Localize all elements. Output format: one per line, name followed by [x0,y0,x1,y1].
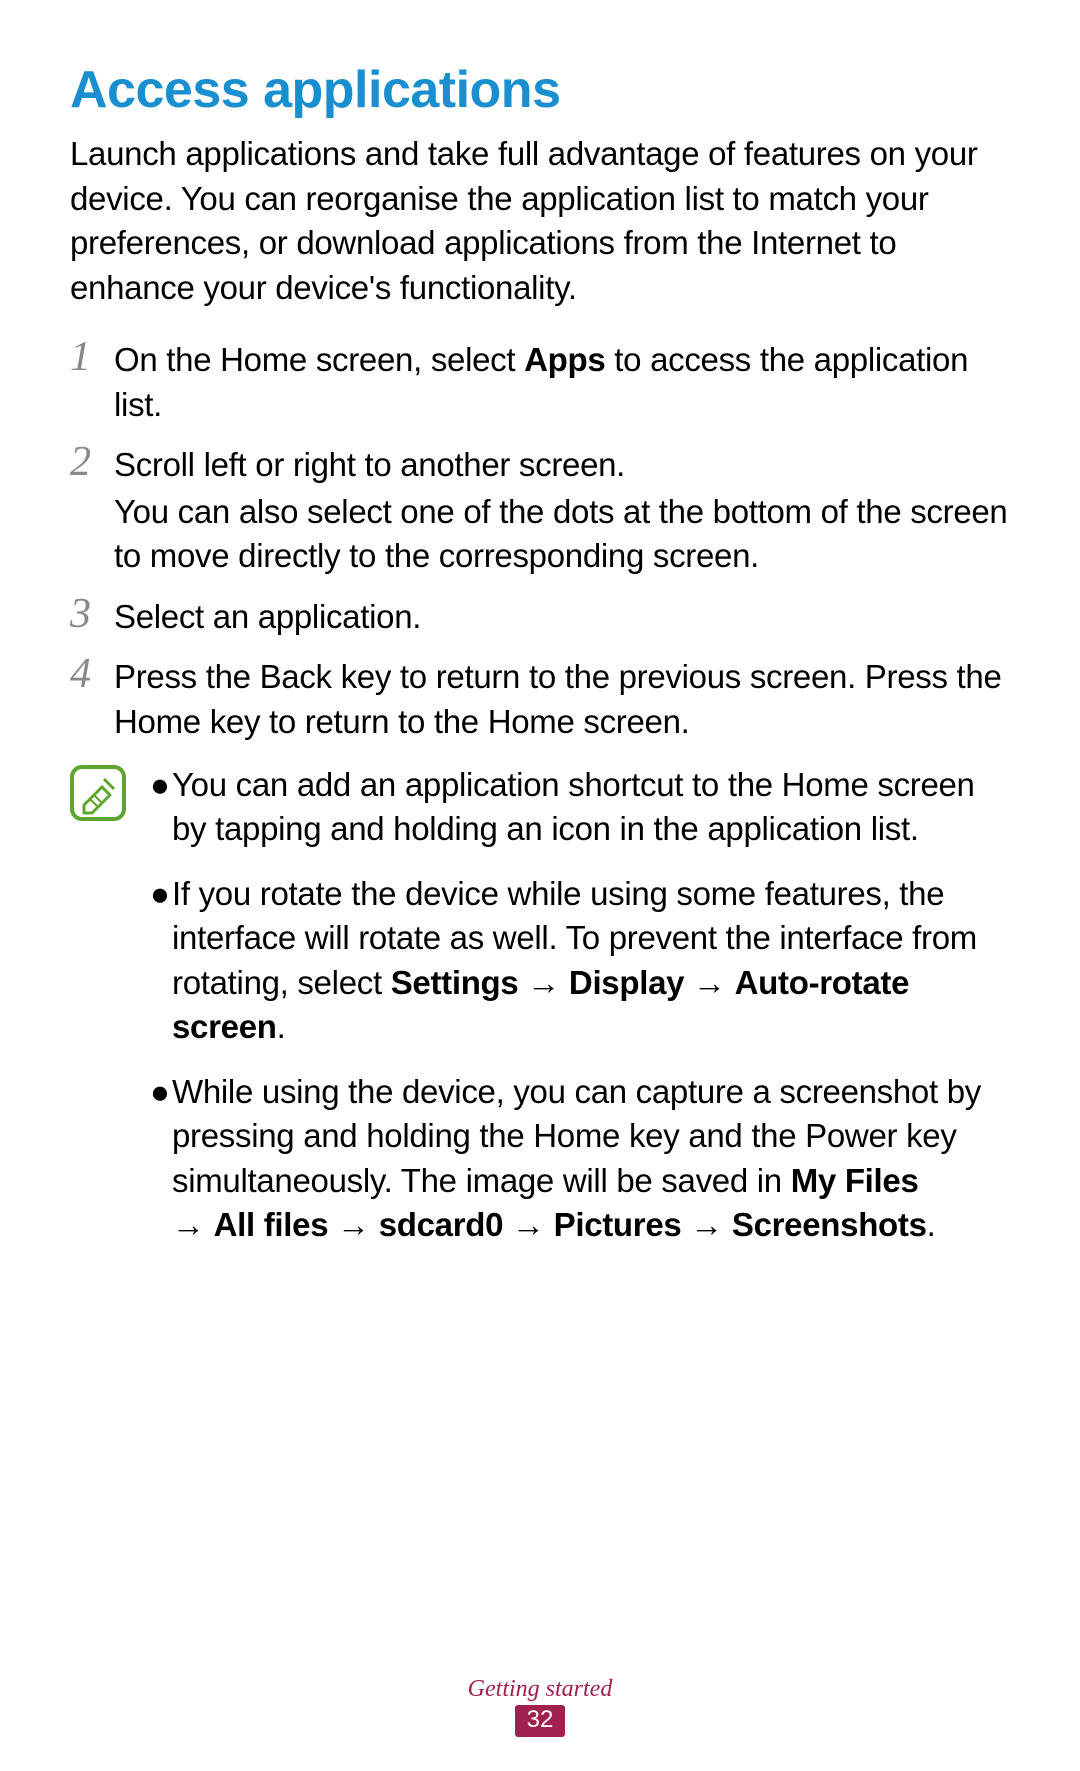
page-number: 32 [515,1705,566,1737]
note-icon [70,765,126,821]
bullet-icon: ● [150,1070,172,1115]
page-footer: Getting started 32 [0,1676,1080,1737]
page-container: Access applications Launch applications … [0,0,1080,1771]
intro-paragraph: Launch applications and take full advant… [70,132,1010,310]
step-number: 1 [70,336,114,378]
step-bold: Apps [524,341,605,378]
arrow-icon: → [503,1206,553,1243]
note-bold: Display [569,964,684,1001]
bullet-icon: ● [150,763,172,808]
step-1: 1 On the Home screen, select Apps to acc… [70,338,1010,427]
step-number: 3 [70,593,114,635]
steps-list: 1 On the Home screen, select Apps to acc… [70,338,1010,744]
step-text: Press the Back key to return to the prev… [114,658,1002,740]
note-text: While using the device, you can capture … [172,1070,1010,1248]
note-block: ● You can add an application shortcut to… [70,763,1010,1268]
step-3: 3 Select an application. [70,595,1010,640]
step-body: Scroll left or right to another screen. … [114,443,1010,579]
note-text-part: . [277,1008,286,1045]
arrow-icon: → [684,964,734,1001]
step-2: 2 Scroll left or right to another screen… [70,443,1010,579]
note-text: You can add an application shortcut to t… [172,763,1010,852]
step-4: 4 Press the Back key to return to the pr… [70,655,1010,744]
note-bold: Pictures [554,1206,682,1243]
note-item: ● While using the device, you can captur… [150,1070,1010,1248]
note-text-part: . [927,1206,936,1243]
note-bold: Screenshots [732,1206,927,1243]
step-subtext: You can also select one of the dots at t… [114,490,1010,579]
step-number: 2 [70,441,114,483]
step-body: Select an application. [114,595,1010,640]
arrow-icon: → [328,1206,378,1243]
step-body: On the Home screen, select Apps to acces… [114,338,1010,427]
step-text: On the Home screen, select [114,341,524,378]
note-bold: Settings [391,964,519,1001]
footer-section-title: Getting started [0,1676,1080,1703]
arrow-icon: → [172,1206,214,1243]
step-text: Scroll left or right to another screen. [114,446,625,483]
note-bold: All files [214,1206,329,1243]
arrow-icon: → [681,1206,731,1243]
note-list: ● You can add an application shortcut to… [150,763,1010,1268]
arrow-icon: → [518,964,568,1001]
note-item: ● You can add an application shortcut to… [150,763,1010,852]
note-bold: sdcard0 [379,1206,503,1243]
note-item: ● If you rotate the device while using s… [150,872,1010,1050]
step-text: Select an application. [114,598,421,635]
step-number: 4 [70,653,114,695]
note-bold: My Files [791,1162,919,1199]
step-body: Press the Back key to return to the prev… [114,655,1010,744]
bullet-icon: ● [150,872,172,917]
note-text: If you rotate the device while using som… [172,872,1010,1050]
page-title: Access applications [70,60,1010,120]
